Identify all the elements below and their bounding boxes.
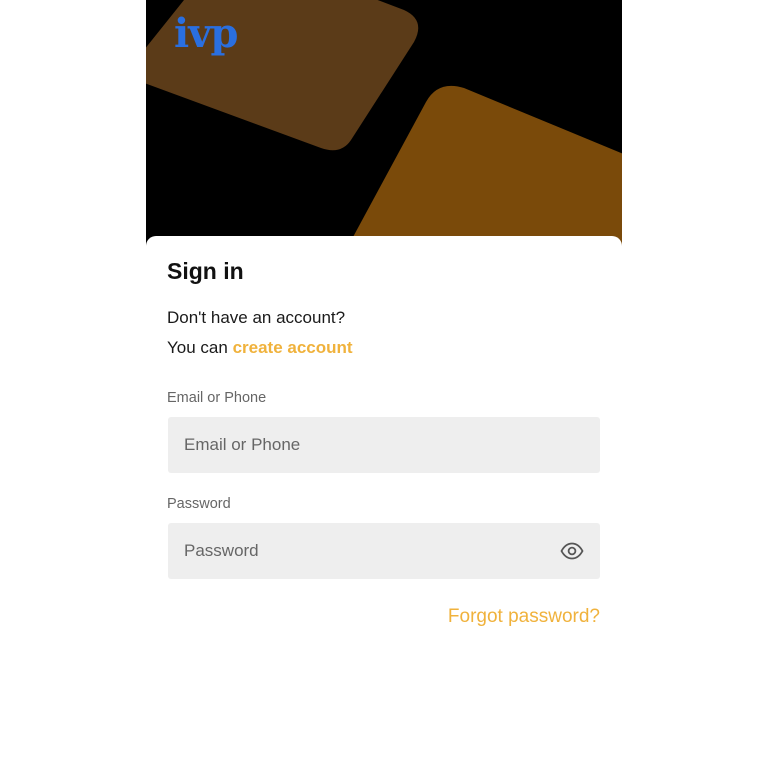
hero-banner: ivp [146,0,622,248]
brand-logo: ivp [174,12,238,60]
forgot-password-link[interactable]: Forgot password? [448,606,600,628]
page-title: Sign in [167,258,244,284]
password-input[interactable] [168,523,600,579]
eye-icon[interactable] [560,539,584,563]
app-screen: ivp Sign in Don't have an account? You c… [146,0,622,768]
hero-card-bottom [347,85,622,248]
create-account-prompt: You can create account [167,338,353,358]
brand-logo-text: ivp [174,10,238,57]
email-input[interactable] [168,417,600,473]
page: ivp Sign in Don't have an account? You c… [0,0,768,768]
no-account-text: Don't have an account? [167,308,346,327]
you-can-text: You can [167,338,228,357]
create-account-link[interactable]: create account [233,338,353,357]
email-label: Email or Phone [167,390,267,406]
password-label: Password [167,496,231,512]
signin-sheet: Sign in Don't have an account? You can c… [146,236,622,768]
